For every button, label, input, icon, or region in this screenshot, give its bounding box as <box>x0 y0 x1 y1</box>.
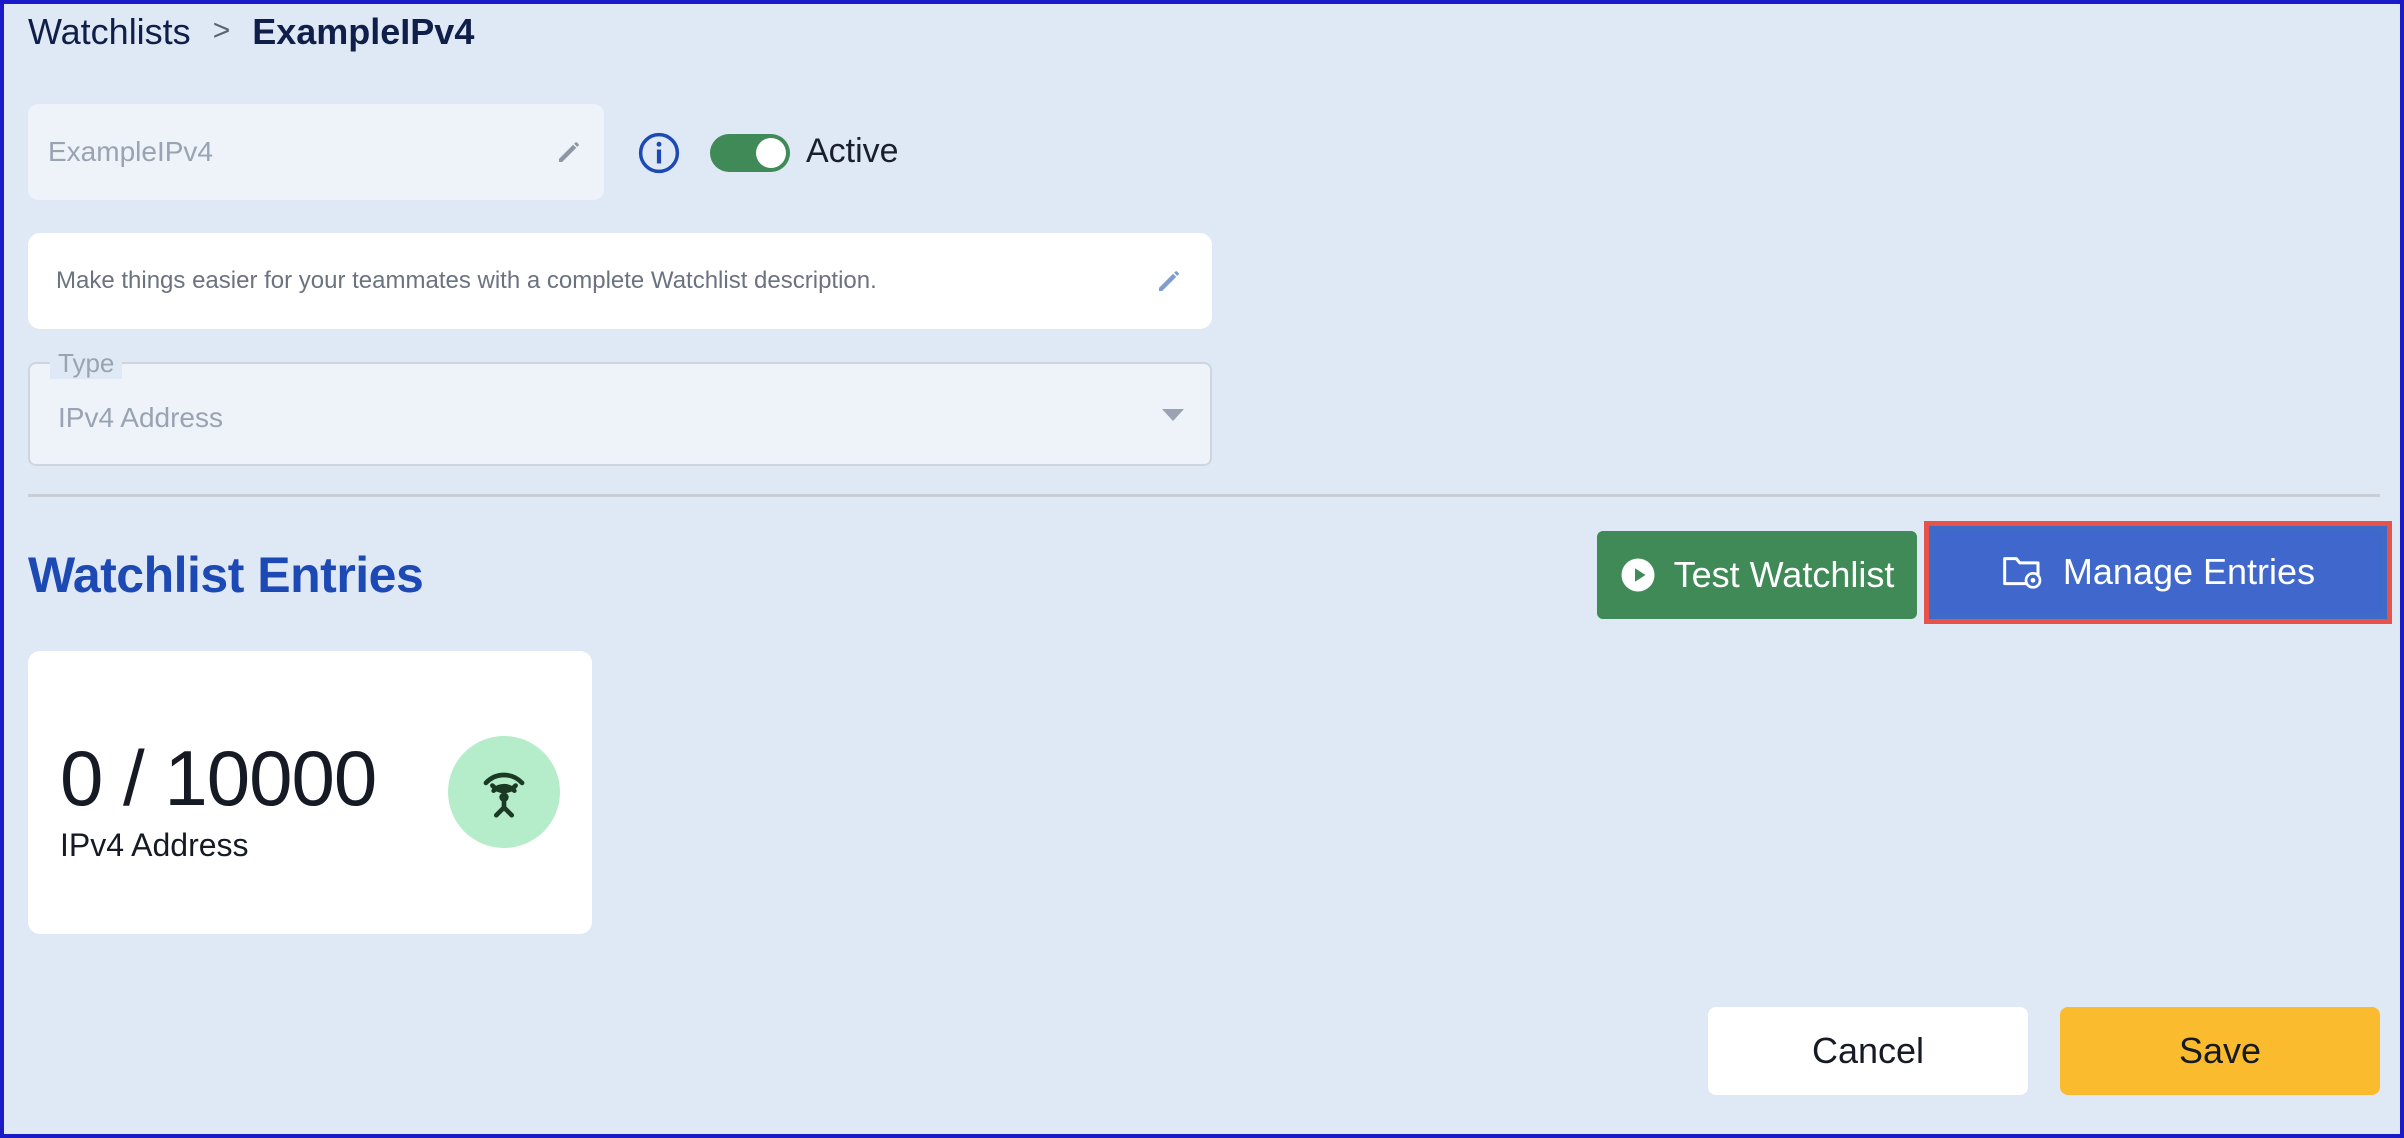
chevron-down-icon <box>1162 409 1184 421</box>
breadcrumb-current: ExampleIPv4 <box>252 11 475 52</box>
description-placeholder: Make things easier for your teammates wi… <box>56 267 877 294</box>
entries-type-label: IPv4 Address <box>60 827 249 863</box>
section-title: Watchlist Entries <box>28 547 424 603</box>
manage-entries-button[interactable]: Manage Entries <box>1934 531 2382 613</box>
type-select[interactable]: Type IPv4 Address <box>28 348 1212 466</box>
breadcrumb-watchlists-link[interactable]: Watchlists <box>28 11 191 53</box>
pencil-icon[interactable] <box>1154 266 1184 296</box>
type-value: IPv4 Address <box>58 402 223 433</box>
pencil-icon[interactable] <box>554 137 584 167</box>
active-toggle[interactable] <box>710 134 790 172</box>
entries-count: 0 / 10000 <box>60 734 377 822</box>
antenna-badge <box>448 736 560 848</box>
active-label: Active <box>806 132 899 170</box>
breadcrumb: Watchlists > ExampleIPv4 <box>28 4 474 60</box>
entries-stat-card: 0 / 10000 IPv4 Address <box>28 651 592 934</box>
type-label: Type <box>50 348 123 379</box>
toggle-knob <box>756 138 786 168</box>
watchlist-name-field[interactable]: ExampleIPv4 <box>28 104 604 200</box>
save-button[interactable]: Save <box>2060 1007 2380 1095</box>
manage-entries-label: Manage Entries <box>2062 551 2316 592</box>
test-watchlist-label: Test Watchlist <box>1673 554 1895 595</box>
test-watchlist-button[interactable]: Test Watchlist <box>1597 531 1917 619</box>
chevron-right-icon: > <box>212 14 231 47</box>
antenna-icon <box>483 772 525 818</box>
divider <box>28 494 2380 497</box>
watchlist-editor: Watchlists > ExampleIPv4 ExampleIPv4 Act… <box>0 0 2404 1138</box>
info-icon[interactable] <box>638 132 680 174</box>
description-field[interactable]: Make things easier for your teammates wi… <box>28 233 1212 329</box>
play-circle-icon <box>1621 558 1655 592</box>
watchlist-name-value: ExampleIPv4 <box>48 136 213 167</box>
folder-gear-icon <box>2003 557 2042 589</box>
cancel-button[interactable]: Cancel <box>1708 1007 2028 1095</box>
